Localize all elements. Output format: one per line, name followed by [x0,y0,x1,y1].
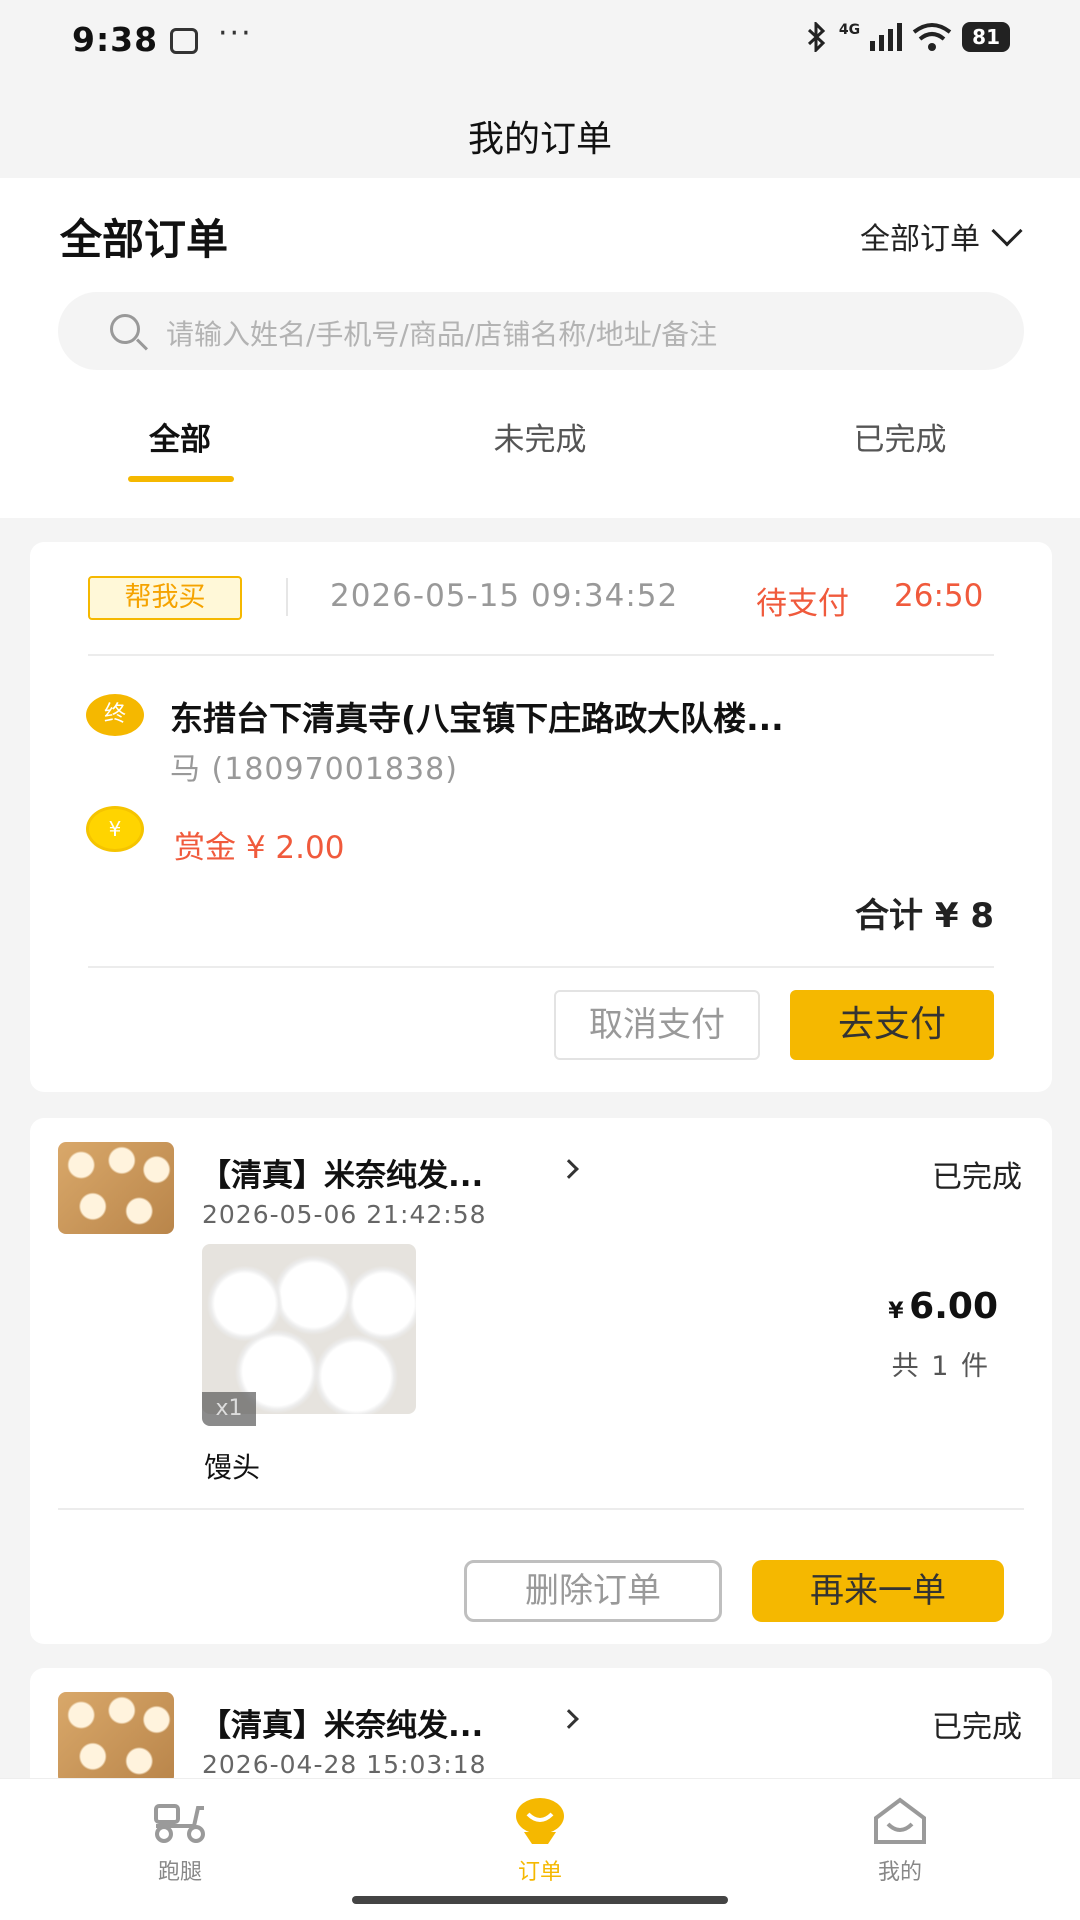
cancel-payment-button[interactable]: 取消支付 [554,990,760,1060]
currency-symbol: ¥ [888,1299,904,1324]
order-time: 2026-05-15 09:34:52 [330,578,679,614]
destination-icon: 终 [86,694,144,736]
title-bar: 我的订单 [0,84,1080,178]
divider [88,654,994,656]
delete-order-button[interactable]: 删除订单 [464,1560,722,1622]
shop-name[interactable]: 【清真】米奈纯发... [200,1150,483,1195]
order-type-badge: 帮我买 [88,576,242,620]
notification-icon [170,28,198,54]
coin-icon: ¥ [86,806,144,852]
piece-count: 共 1 件 [891,1351,990,1382]
divider [88,966,994,968]
shop-name[interactable]: 【清真】米奈纯发... [200,1700,483,1745]
order-smile-icon [516,1798,564,1844]
battery-icon: 81 [962,22,1010,52]
home-smile-icon [874,1797,926,1844]
order-date: 2026-05-06 21:42:58 [202,1200,487,1229]
section-heading: 全部订单 [60,215,229,264]
active-tab-indicator [128,476,234,482]
delivery-address: 东措台下清真寺(八宝镇下庄路政大队楼... [170,699,784,738]
status-time: 9:38 [72,20,159,59]
order-date: 2026-04-28 15:03:18 [202,1750,487,1779]
wifi-icon [912,23,952,51]
network-label: 4G [838,22,861,38]
divider [286,578,288,616]
order-filter-dropdown[interactable]: 全部订单 [860,214,1023,258]
contact-info: 马 (18097001838) [170,752,458,787]
order-status: 已完成 [932,1160,1022,1195]
order-total: 合计 ¥ 8 [855,896,994,936]
order-status: 待支付 [756,586,849,622]
product-price: ¥ 6.00 [888,1286,998,1327]
status-icons: 4G 81 [805,22,1010,52]
home-indicator[interactable] [352,1896,728,1904]
more-notifications-icon: ··· [218,16,253,51]
order-filter-label: 全部订单 [860,222,980,257]
signal-icon [870,23,903,51]
search-icon [110,314,140,344]
nav-label: 订单 [517,1860,562,1885]
nav-label: 我的 [877,1860,922,1885]
divider [58,1508,1024,1510]
shop-thumbnail [58,1142,174,1234]
order-status: 已完成 [932,1710,1022,1745]
product-name: 馒头 [204,1451,261,1484]
bounty-amount: 赏金 ¥ 2.00 [174,830,345,866]
nav-orders[interactable]: 订单 [460,1796,620,1886]
tab-all[interactable]: 全部 [90,414,270,459]
tab-incomplete[interactable]: 未完成 [450,414,630,459]
tab-completed[interactable]: 已完成 [810,414,990,459]
shop-thumbnail [58,1692,174,1784]
price-value: 6.00 [909,1286,998,1327]
chevron-down-icon [991,215,1023,247]
product-image[interactable] [202,1244,416,1414]
quantity-badge: x1 [202,1392,256,1426]
payment-countdown: 26:50 [894,578,984,614]
scooter-icon [154,1804,205,1843]
reorder-button[interactable]: 再来一单 [752,1560,1004,1622]
nav-errand[interactable]: 跑腿 [100,1796,260,1886]
nav-label: 跑腿 [157,1860,202,1885]
page-title: 我的订单 [467,119,612,160]
search-placeholder: 请输入姓名/手机号/商品/店铺名称/地址/备注 [166,318,718,351]
nav-mine[interactable]: 我的 [820,1796,980,1886]
bluetooth-icon [807,22,826,52]
pay-button[interactable]: 去支付 [790,990,994,1060]
